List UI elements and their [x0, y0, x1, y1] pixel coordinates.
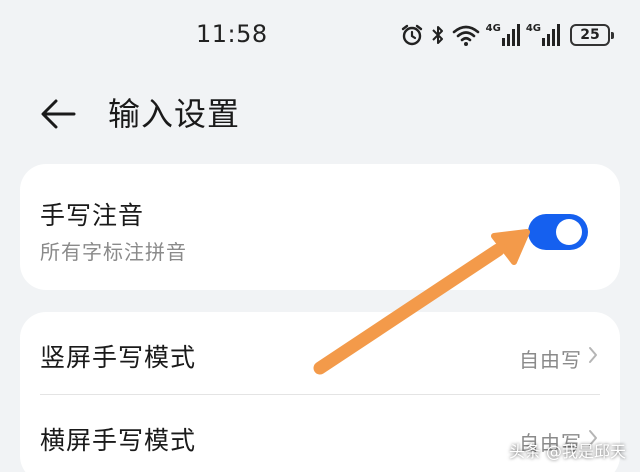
- portrait-handwriting-mode-value: 自由写: [519, 348, 582, 372]
- network-type-2: 4G: [525, 23, 541, 34]
- page-title: 输入设置: [108, 95, 241, 133]
- portrait-handwriting-mode-row[interactable]: 竖屏手写模式 自由写: [20, 312, 620, 395]
- portrait-handwriting-mode-label: 竖屏手写模式: [40, 343, 197, 372]
- handwriting-pinyin-subtitle: 所有字标注拼音: [40, 240, 187, 264]
- wifi-icon: [452, 23, 480, 47]
- status-bar: 11:58 4G 4G 25: [0, 0, 640, 70]
- back-button[interactable]: [36, 94, 80, 134]
- toggle-knob: [556, 219, 582, 245]
- handwriting-pinyin-card: 手写注音 所有字标注拼音: [20, 164, 620, 290]
- chevron-right-icon: [588, 346, 598, 368]
- back-arrow-icon: [36, 99, 80, 138]
- battery-level: 25: [580, 27, 600, 43]
- signal-icon: 4G: [526, 24, 560, 46]
- handwriting-pinyin-toggle[interactable]: [528, 214, 588, 250]
- landscape-handwriting-mode-label: 横屏手写模式: [40, 426, 197, 455]
- battery-icon: 25: [570, 24, 614, 46]
- handwriting-pinyin-title: 手写注音: [40, 201, 145, 230]
- header: 输入设置: [0, 84, 640, 144]
- network-type-1: 4G: [485, 23, 501, 34]
- bluetooth-icon: [430, 23, 446, 47]
- watermark: 头条 @我是邱天: [508, 442, 626, 461]
- signal-icon: 4G: [486, 24, 520, 46]
- status-icons: 4G 4G 25: [400, 20, 614, 50]
- alarm-icon: [400, 23, 424, 47]
- status-time: 11:58: [196, 20, 268, 48]
